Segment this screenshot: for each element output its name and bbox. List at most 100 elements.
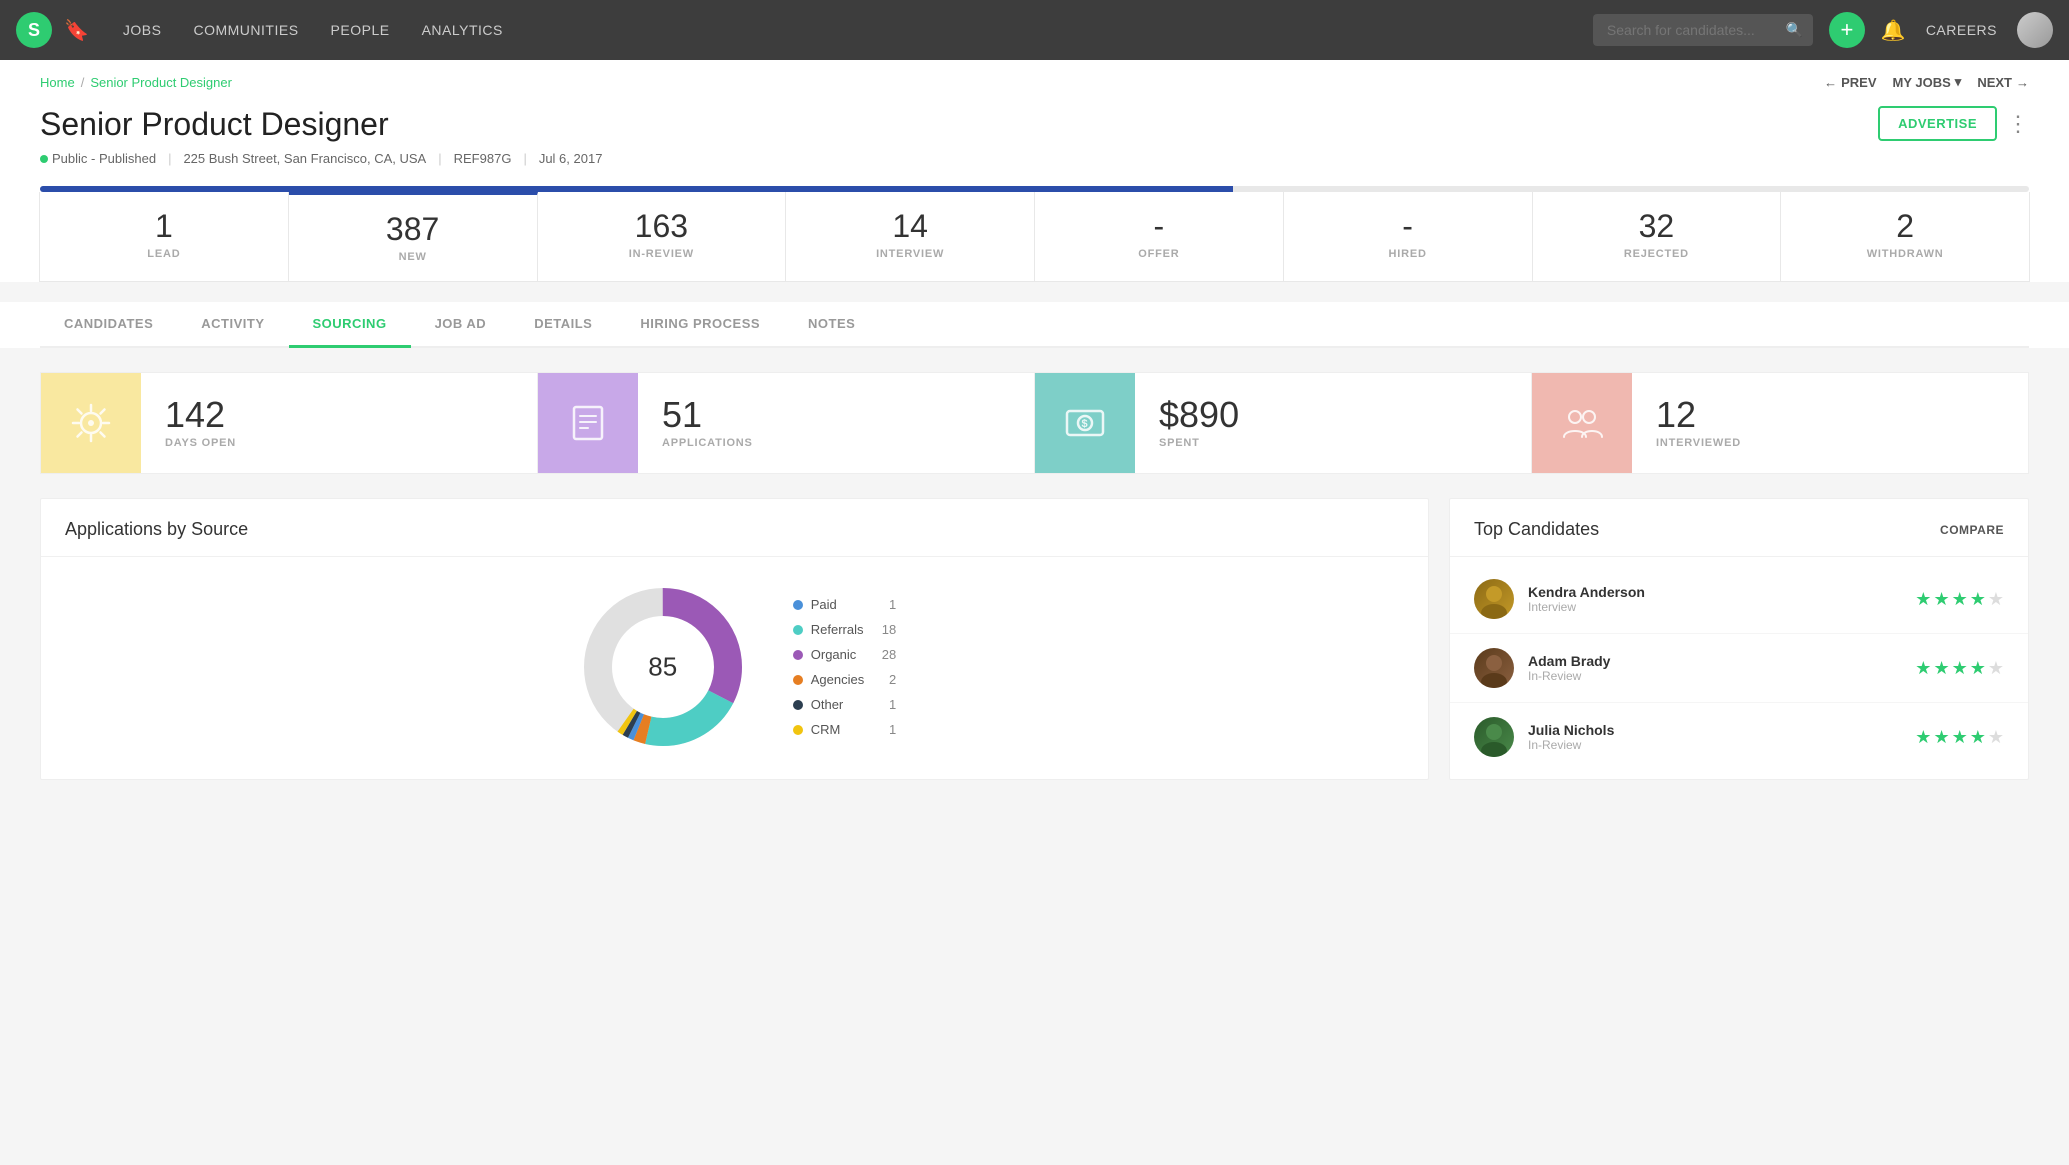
candidate-stars-0: ★ ★ ★ ★ ★ xyxy=(1915,589,2004,610)
legend-label-other: Other xyxy=(811,697,844,712)
legend-dot-other xyxy=(793,700,803,710)
nav-logo[interactable]: S xyxy=(16,12,52,48)
stat-inreview[interactable]: 163 IN-REVIEW xyxy=(538,192,787,281)
legend-count-other: 1 xyxy=(872,697,896,712)
sourcing-card-interviewed: 12 INTERVIEWED xyxy=(1532,372,2029,474)
search-input[interactable] xyxy=(1593,14,1813,46)
legend-paid: Paid 1 xyxy=(793,597,896,612)
candidate-info-0: Kendra Anderson Interview xyxy=(1528,584,1901,614)
stat-rejected[interactable]: 32 REJECTED xyxy=(1533,192,1782,281)
tabs: CANDIDATES ACTIVITY SOURCING JOB AD DETA… xyxy=(40,302,2029,348)
breadcrumb-current[interactable]: Senior Product Designer xyxy=(90,75,232,90)
legend-label-organic: Organic xyxy=(811,647,857,662)
job-location: 225 Bush Street, San Francisco, CA, USA xyxy=(183,151,426,166)
sourcing-info-applications: 51 APPLICATIONS xyxy=(638,377,777,469)
tab-sourcing[interactable]: SOURCING xyxy=(289,302,411,348)
top-candidates-title: Top Candidates xyxy=(1474,519,1599,540)
tab-hiring-process[interactable]: HIRING PROCESS xyxy=(616,302,784,348)
legend-dot-paid xyxy=(793,600,803,610)
candidate-row-2: Julia Nichols In-Review ★ ★ ★ ★ ★ xyxy=(1450,703,2028,771)
chart-legend: Paid 1 Referrals 18 Organic 28 xyxy=(793,597,896,737)
nav-jobs[interactable]: JOBS xyxy=(109,16,176,44)
legend-referrals: Referrals 18 xyxy=(793,622,896,637)
breadcrumb-nav: ← PREV MY JOBS ▾ NEXT → xyxy=(1824,74,2029,90)
interviewed-icon-box xyxy=(1532,373,1632,473)
advertise-button[interactable]: ADVERTISE xyxy=(1878,106,1997,141)
tab-details[interactable]: DETAILS xyxy=(510,302,616,348)
bell-icon[interactable]: 🔔 xyxy=(1881,18,1906,43)
stat-lead[interactable]: 1 LEAD xyxy=(40,192,289,281)
svg-text:$: $ xyxy=(1082,418,1088,430)
sourcing-cards: 142 DAYS OPEN 51 APPLICATIONS xyxy=(40,372,2029,474)
bookmark-icon[interactable]: 🔖 xyxy=(64,18,89,43)
legend-dot-agencies xyxy=(793,675,803,685)
prev-button[interactable]: ← PREV xyxy=(1824,75,1876,90)
job-ref: REF987G xyxy=(454,151,512,166)
stat-hired[interactable]: - HIRED xyxy=(1284,192,1533,281)
tab-activity[interactable]: ACTIVITY xyxy=(177,302,288,348)
stat-new[interactable]: 387 NEW xyxy=(289,192,538,281)
nav-communities[interactable]: COMMUNITIES xyxy=(179,16,312,44)
next-button[interactable]: NEXT → xyxy=(1977,75,2029,90)
search-icon: 🔍 xyxy=(1785,22,1802,39)
tab-notes[interactable]: NOTES xyxy=(784,302,879,348)
sourcing-info-spent: $890 SPENT xyxy=(1135,377,1263,469)
navbar: S 🔖 JOBS COMMUNITIES PEOPLE ANALYTICS 🔍 … xyxy=(0,0,2069,60)
sourcing-info-days: 142 DAYS OPEN xyxy=(141,377,260,469)
legend-agencies: Agencies 2 xyxy=(793,672,896,687)
donut-total: 85 xyxy=(648,652,677,683)
candidates-list: Kendra Anderson Interview ★ ★ ★ ★ ★ xyxy=(1450,557,2028,779)
search-wrap: 🔍 xyxy=(1593,14,1813,46)
breadcrumb-home[interactable]: Home xyxy=(40,75,75,90)
job-actions: ADVERTISE ⋮ xyxy=(1878,106,2029,141)
nav-people[interactable]: PEOPLE xyxy=(317,16,404,44)
stats-bar: 1 LEAD 387 NEW 163 IN-REVIEW 14 INTERVIE… xyxy=(39,192,2030,282)
arrow-right-icon: → xyxy=(2016,75,2029,90)
nav-analytics[interactable]: ANALYTICS xyxy=(408,16,517,44)
tab-job-ad[interactable]: JOB AD xyxy=(411,302,511,348)
tab-candidates[interactable]: CANDIDATES xyxy=(40,302,177,348)
legend-label-agencies: Agencies xyxy=(811,672,864,687)
legend-label-crm: CRM xyxy=(811,722,841,737)
breadcrumb-bar: Home / Senior Product Designer ← PREV MY… xyxy=(0,60,2069,90)
legend-organic: Organic 28 xyxy=(793,647,896,662)
applications-panel: Applications by Source xyxy=(40,498,1429,780)
candidate-stars-1: ★ ★ ★ ★ ★ xyxy=(1915,658,2004,679)
main-content: 142 DAYS OPEN 51 APPLICATIONS xyxy=(0,348,2069,804)
legend-count-referrals: 18 xyxy=(872,622,896,637)
avatar[interactable] xyxy=(2017,12,2053,48)
legend-label-paid: Paid xyxy=(811,597,837,612)
nav-links: JOBS COMMUNITIES PEOPLE ANALYTICS xyxy=(109,16,1585,44)
stats-bar-wrap: 1 LEAD 387 NEW 163 IN-REVIEW 14 INTERVIE… xyxy=(0,186,2069,282)
candidate-avatar-2 xyxy=(1474,717,1514,757)
stat-withdrawn[interactable]: 2 WITHDRAWN xyxy=(1781,192,2029,281)
applications-panel-title: Applications by Source xyxy=(65,519,248,540)
applications-panel-header: Applications by Source xyxy=(41,499,1428,557)
legend-label-referrals: Referrals xyxy=(811,622,864,637)
sourcing-info-interviewed: 12 INTERVIEWED xyxy=(1632,377,1765,469)
legend-dot-crm xyxy=(793,725,803,735)
donut-chart: 85 xyxy=(573,577,753,757)
sourcing-card-days: 142 DAYS OPEN xyxy=(40,372,538,474)
tabs-wrap: CANDIDATES ACTIVITY SOURCING JOB AD DETA… xyxy=(0,302,2069,348)
stat-interview[interactable]: 14 INTERVIEW xyxy=(786,192,1035,281)
candidate-stars-2: ★ ★ ★ ★ ★ xyxy=(1915,727,2004,748)
legend-count-agencies: 2 xyxy=(872,672,896,687)
myjobs-button[interactable]: MY JOBS ▾ xyxy=(1893,74,1962,90)
top-candidates-panel: Top Candidates COMPARE Kendra Anderson I… xyxy=(1449,498,2029,780)
more-options-button[interactable]: ⋮ xyxy=(2007,111,2029,137)
job-date: Jul 6, 2017 xyxy=(539,151,603,166)
nav-careers[interactable]: CAREERS xyxy=(1926,22,1997,38)
stat-offer[interactable]: - OFFER xyxy=(1035,192,1284,281)
compare-button[interactable]: COMPARE xyxy=(1940,523,2004,537)
arrow-left-icon: ← xyxy=(1824,75,1837,90)
status-dot xyxy=(40,155,48,163)
candidate-info-1: Adam Brady In-Review xyxy=(1528,653,1901,683)
bottom-panels: Applications by Source xyxy=(40,498,2029,780)
legend-dot-referrals xyxy=(793,625,803,635)
breadcrumb-separator: / xyxy=(81,75,85,90)
candidate-row-0: Kendra Anderson Interview ★ ★ ★ ★ ★ xyxy=(1450,565,2028,634)
chart-area: 85 Paid 1 Referrals 18 Organ xyxy=(41,557,1428,777)
add-button[interactable]: + xyxy=(1829,12,1865,48)
candidate-row-1: Adam Brady In-Review ★ ★ ★ ★ ★ xyxy=(1450,634,2028,703)
